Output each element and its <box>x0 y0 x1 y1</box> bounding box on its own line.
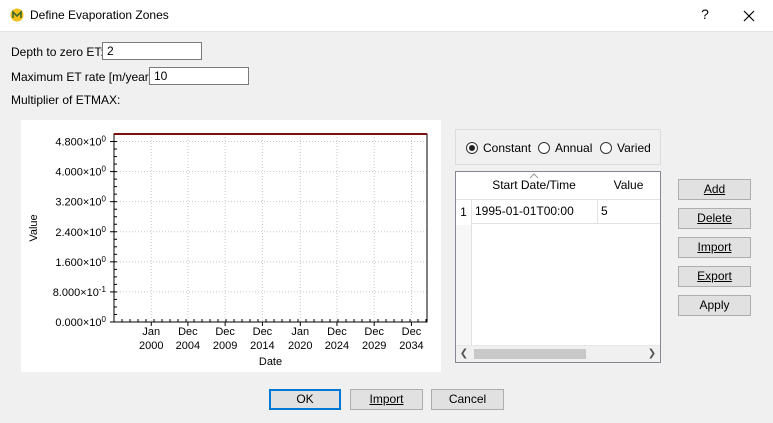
x-tick-month-label: Dec <box>215 326 235 338</box>
column-header-start[interactable]: Start Date/Time <box>471 172 598 200</box>
delete-button-label: Delete <box>697 211 732 225</box>
radio-varied-dot[interactable] <box>600 142 612 154</box>
multiplier-plot: 0.000×100 8.000×10-1 1.600×100 2.400×100 3.2… <box>21 120 441 372</box>
x-tick-year-label: 2009 <box>213 340 237 352</box>
schedule-table[interactable]: Start Date/Time Value 1 1995-01-01T00:00… <box>455 171 661 363</box>
radio-constant[interactable]: Constant <box>466 140 531 156</box>
apply-button[interactable]: Apply <box>678 295 751 316</box>
y-tick-label: 4.000×100 <box>55 165 106 179</box>
multiplier-label: Multiplier of ETMAX: <box>11 93 121 107</box>
plot-area-frame <box>113 133 428 323</box>
help-button[interactable]: ? <box>697 6 713 24</box>
column-header-start-label: Start Date/Time <box>492 178 576 192</box>
x-tick-month-label: Dec <box>327 326 347 338</box>
x-tick-year-label: 2034 <box>399 340 423 352</box>
y-tick-label: 0.000×100 <box>55 315 106 329</box>
cell-value[interactable]: 5 <box>597 199 660 224</box>
radio-annual-label: Annual <box>555 141 593 155</box>
close-icon[interactable] <box>740 7 758 25</box>
export-button-label: Export <box>697 269 732 283</box>
horizontal-scrollbar[interactable]: ❮ ❯ <box>456 345 660 362</box>
y-axis-title: Value <box>28 214 40 241</box>
window-title: Define Evaporation Zones <box>30 8 169 22</box>
x-tick-month-label: Jan <box>142 326 160 338</box>
y-tick-label: 3.200×100 <box>55 195 106 209</box>
scroll-thumb[interactable] <box>474 349 586 359</box>
x-axis-title: Date <box>259 356 282 368</box>
table-corner <box>456 172 472 200</box>
cell-start-date[interactable]: 1995-01-01T00:00 <box>471 199 598 224</box>
x-tick-month-label: Dec <box>402 326 422 338</box>
row-number: 1 <box>456 200 472 225</box>
cancel-button[interactable]: Cancel <box>431 389 504 410</box>
y-tick-label: 8.000×10-1 <box>53 285 107 299</box>
add-button-label: Add <box>703 182 726 196</box>
y-tick-label: 2.400×100 <box>55 225 106 239</box>
import-bottom-button-label: Import <box>369 392 404 406</box>
chart-svg: 0.000×100 8.000×10-1 1.600×100 2.400×100 3.2… <box>28 133 428 368</box>
ok-button[interactable]: OK <box>269 389 341 410</box>
radio-constant-dot[interactable] <box>466 142 478 154</box>
max-et-label: Maximum ET rate [m/year]: <box>11 70 156 84</box>
radio-annual[interactable]: Annual <box>538 140 592 156</box>
schedule-type-group: Constant Annual Varied <box>455 129 661 165</box>
add-button[interactable]: Add <box>678 179 751 200</box>
x-tick-year-label: 2029 <box>362 340 386 352</box>
x-tick-year-label: 2014 <box>250 340 274 352</box>
import-bottom-button[interactable]: Import <box>350 389 423 410</box>
import-side-button-label: Import <box>697 240 732 254</box>
depth-label: Depth to zero ET: <box>11 45 104 59</box>
depth-input[interactable]: 2 <box>102 42 202 60</box>
radio-constant-label: Constant <box>483 141 532 155</box>
row-header-empty <box>456 225 472 346</box>
column-header-value[interactable]: Value <box>597 172 660 200</box>
delete-button[interactable]: Delete <box>678 208 751 229</box>
x-tick-month-label: Dec <box>178 326 198 338</box>
radio-annual-dot[interactable] <box>538 142 550 154</box>
x-tick-year-label: 2000 <box>139 340 163 352</box>
y-tick-label: 1.600×100 <box>55 255 106 269</box>
sort-indicator-icon <box>529 173 539 179</box>
max-et-input[interactable]: 10 <box>149 67 249 85</box>
x-tick-year-label: 2024 <box>325 340 349 352</box>
x-tick-month-label: Jan <box>291 326 309 338</box>
import-side-button[interactable]: Import <box>678 237 751 258</box>
title-bar: Define Evaporation Zones ? <box>0 0 773 32</box>
scroll-left-icon[interactable]: ❮ <box>457 347 471 361</box>
radio-varied-label: Varied <box>617 141 651 155</box>
x-tick-year-label: 2004 <box>176 340 200 352</box>
scroll-right-icon[interactable]: ❯ <box>645 347 659 361</box>
app-icon <box>10 8 24 22</box>
x-tick-month-label: Dec <box>364 326 384 338</box>
radio-varied[interactable]: Varied <box>600 140 651 156</box>
export-button[interactable]: Export <box>678 266 751 287</box>
x-tick-year-label: 2020 <box>288 340 312 352</box>
x-tick-month-label: Dec <box>253 326 273 338</box>
y-tick-label: 4.800×100 <box>55 135 106 149</box>
